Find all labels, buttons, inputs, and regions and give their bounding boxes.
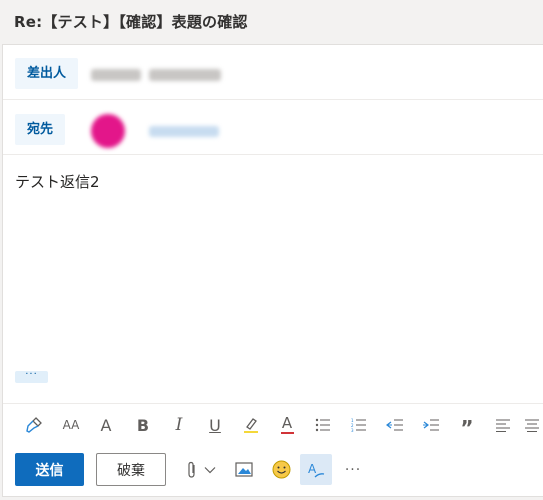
italic-icon[interactable]: I xyxy=(166,413,192,437)
font-color-icon[interactable]: A xyxy=(274,413,300,437)
editor-button[interactable]: A xyxy=(300,454,332,485)
show-quoted-text-button[interactable]: ··· xyxy=(15,370,48,383)
font-color-letter: A xyxy=(281,414,293,432)
highlight-icon[interactable] xyxy=(238,413,264,437)
grow-font-icon[interactable]: A xyxy=(93,413,119,437)
to-button[interactable]: 宛先 xyxy=(15,114,66,145)
font-color-swatch xyxy=(280,432,294,434)
chevron-down-icon xyxy=(204,466,216,473)
emoji-button[interactable] xyxy=(268,454,294,485)
bullets-icon[interactable] xyxy=(310,413,336,437)
recipient-avatar xyxy=(91,114,125,148)
font-size-icon[interactable]: AA xyxy=(58,413,84,437)
svg-text:A: A xyxy=(308,462,317,476)
message-subject: Re:【テスト】【確認】表題の確認 xyxy=(14,13,248,31)
emoji-icon xyxy=(272,460,290,479)
format-toolbar: AA A B I U A 123 ” xyxy=(3,403,543,443)
svg-text:3: 3 xyxy=(351,428,354,432)
action-bar: 送信 破棄 A ··· xyxy=(3,445,543,497)
message-body[interactable]: テスト返信2 xyxy=(15,171,100,192)
editor-pen-icon: A xyxy=(308,462,325,477)
paperclip-icon xyxy=(188,461,195,478)
send-button[interactable]: 送信 xyxy=(15,453,84,486)
quote-icon[interactable]: ” xyxy=(454,413,480,440)
align-center-icon[interactable] xyxy=(524,413,543,437)
underline-icon[interactable]: U xyxy=(202,413,228,437)
decrease-indent-icon[interactable] xyxy=(382,413,408,437)
discard-button[interactable]: 破棄 xyxy=(96,453,166,486)
align-left-icon[interactable] xyxy=(490,413,516,437)
from-address-redacted xyxy=(91,69,141,81)
more-options-button[interactable]: ··· xyxy=(340,454,366,485)
compose-pane: 差出人 宛先 テスト返信2 ··· AA A B I U A 123 ” 送信 … xyxy=(2,44,543,497)
from-address-redacted xyxy=(149,69,221,81)
picture-icon xyxy=(235,462,253,477)
insert-picture-button[interactable] xyxy=(231,454,257,485)
subject-bar: Re:【テスト】【確認】表題の確認 xyxy=(0,0,543,44)
recipient-name-redacted[interactable] xyxy=(149,126,219,137)
from-button[interactable]: 差出人 xyxy=(15,58,79,89)
to-row: 宛先 xyxy=(3,100,543,155)
bold-icon[interactable]: B xyxy=(130,413,156,437)
numbering-icon[interactable]: 123 xyxy=(346,413,372,437)
attach-button[interactable] xyxy=(183,454,219,485)
increase-indent-icon[interactable] xyxy=(418,413,444,437)
from-row: 差出人 xyxy=(3,45,543,100)
format-painter-icon[interactable] xyxy=(21,413,47,437)
